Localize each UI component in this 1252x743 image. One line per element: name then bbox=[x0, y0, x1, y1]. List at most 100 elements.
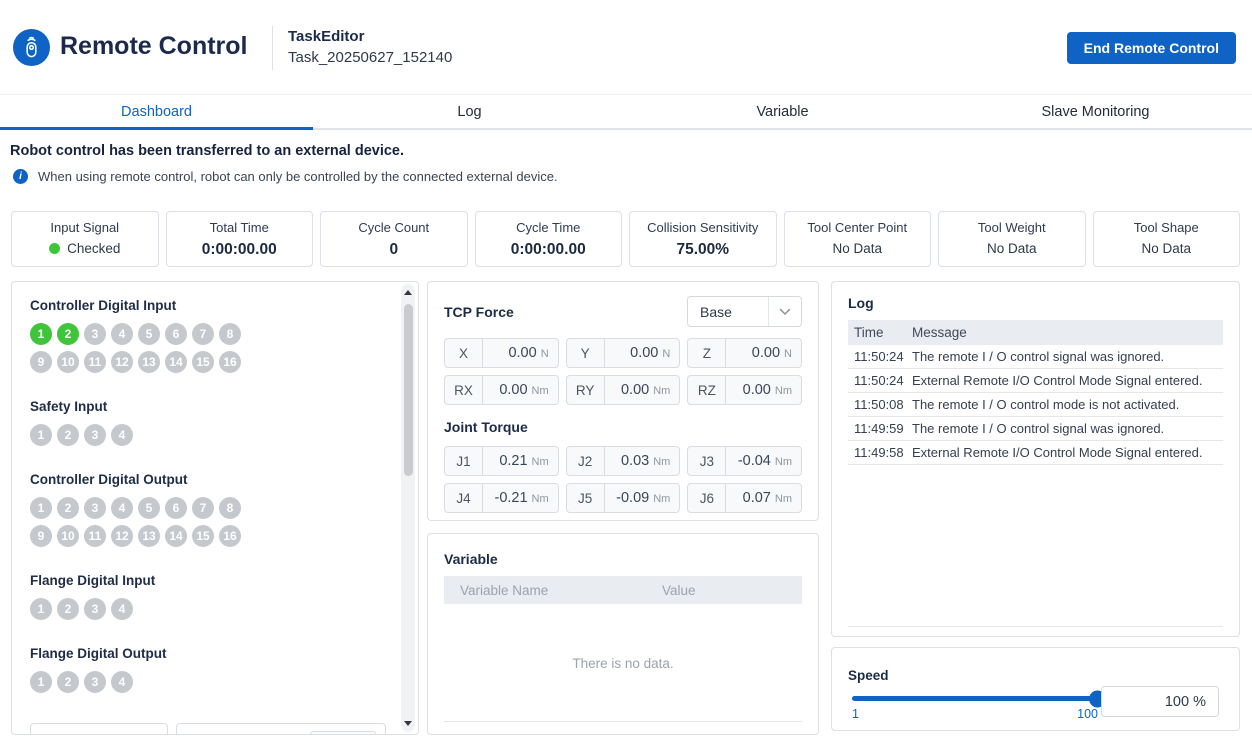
time-column-header: Time bbox=[848, 325, 912, 340]
io-panel-scrollbar[interactable] bbox=[401, 284, 415, 732]
io-indicator-2: 2 bbox=[57, 497, 79, 519]
partial-input-field[interactable] bbox=[30, 723, 168, 735]
io-indicator-15: 15 bbox=[192, 351, 214, 373]
status-card-label: Collision Sensitivity bbox=[630, 220, 776, 235]
log-table-header: Time Message bbox=[848, 320, 1223, 345]
io-indicator-10: 10 bbox=[57, 525, 79, 547]
log-row: 11:49:58External Remote I/O Control Mode… bbox=[848, 441, 1223, 465]
tcp-force-axis-label: X bbox=[445, 339, 483, 367]
joint-torque-axis-label: J5 bbox=[567, 484, 605, 512]
speed-title: Speed bbox=[848, 668, 1223, 683]
task-info: TaskEditor Task_20250627_152140 bbox=[288, 28, 452, 66]
tcp-force-axis-label: RY bbox=[567, 376, 605, 404]
io-indicator-4: 4 bbox=[111, 671, 133, 693]
io-indicator-15: 15 bbox=[192, 525, 214, 547]
log-time: 11:49:59 bbox=[848, 421, 912, 436]
status-card-tool-shape: Tool ShapeNo Data bbox=[1093, 211, 1241, 267]
tcp-force-unit: Nm bbox=[653, 385, 670, 397]
joint-torque-unit: Nm bbox=[532, 493, 549, 505]
status-card-cycle-count: Cycle Count0 bbox=[320, 211, 468, 267]
io-indicator-2: 2 bbox=[57, 424, 79, 446]
io-section-controller-digital-output: Controller Digital Output123456789101112… bbox=[30, 472, 392, 547]
status-card-value-text: No Data bbox=[987, 241, 1037, 256]
tcp-force-axis-label: RZ bbox=[688, 376, 726, 404]
joint-torque-field-j3: J3-0.04Nm bbox=[687, 446, 802, 476]
status-card-tool-weight: Tool WeightNo Data bbox=[938, 211, 1086, 267]
status-card-label: Tool Center Point bbox=[785, 220, 931, 235]
status-card-value: No Data bbox=[1094, 241, 1240, 256]
io-indicator-9: 9 bbox=[30, 525, 52, 547]
log-time: 11:50:24 bbox=[848, 373, 912, 388]
tcp-force-field-rx: RX0.00Nm bbox=[444, 375, 559, 405]
tcp-force-field-y: Y0.00N bbox=[566, 338, 681, 368]
io-indicator-row: 1234 bbox=[30, 424, 392, 446]
alert-title: Robot control has been transferred to an… bbox=[10, 143, 404, 159]
status-card-cycle-time: Cycle Time 0:00:00.00 bbox=[475, 211, 623, 267]
tcp-force-unit: Nm bbox=[532, 385, 549, 397]
io-indicator-row: 910111213141516 bbox=[30, 525, 392, 547]
status-card-value-text: Checked bbox=[67, 241, 120, 256]
scroll-up-icon[interactable] bbox=[404, 290, 412, 295]
status-card-label: Cycle Time bbox=[476, 220, 622, 235]
io-panel: Controller Digital Input1234567891011121… bbox=[11, 281, 419, 735]
task-type-label: TaskEditor bbox=[288, 28, 452, 45]
tab-bar: DashboardLogVariable Slave Monitoring bbox=[0, 96, 1252, 130]
variable-table-header: Variable Name Value bbox=[444, 576, 802, 604]
tcp-force-unit: N bbox=[784, 348, 792, 360]
io-indicator-3: 3 bbox=[84, 497, 106, 519]
log-table-footer-divider bbox=[848, 626, 1223, 627]
io-section-flange-digital-input: Flange Digital Input1234 bbox=[30, 573, 392, 620]
speed-slider[interactable]: 1 100 bbox=[852, 696, 1098, 721]
status-card-value-text: No Data bbox=[1141, 241, 1191, 256]
io-indicator-3: 3 bbox=[84, 424, 106, 446]
tcp-force-field-rz: RZ0.00Nm bbox=[687, 375, 802, 405]
io-section-title: Controller Digital Input bbox=[30, 298, 392, 313]
tab-label: Slave Monitoring bbox=[1042, 104, 1150, 120]
io-indicator-12: 12 bbox=[111, 351, 133, 373]
coordinate-frame-value: Base bbox=[688, 304, 768, 320]
io-indicator-row: 910111213141516 bbox=[30, 351, 392, 373]
log-row: 11:50:24The remote I / O control signal … bbox=[848, 345, 1223, 369]
tcp-force-field-x: X0.00N bbox=[444, 338, 559, 368]
log-rows: 11:50:24The remote I / O control signal … bbox=[848, 345, 1223, 465]
log-time: 11:50:08 bbox=[848, 397, 912, 412]
scroll-down-icon[interactable] bbox=[404, 721, 412, 726]
io-indicator-1: 1 bbox=[30, 497, 52, 519]
tcp-force-axis-label: RX bbox=[445, 376, 483, 404]
tcp-force-value: 0.00 bbox=[726, 345, 780, 361]
tcp-force-title: TCP Force bbox=[444, 304, 514, 320]
coordinate-frame-select[interactable]: Base bbox=[687, 296, 802, 327]
io-section-controller-digital-input: Controller Digital Input1234567891011121… bbox=[30, 298, 392, 373]
joint-torque-value: 0.07 bbox=[726, 490, 771, 506]
tcp-force-value: 0.00 bbox=[605, 382, 650, 398]
joint-torque-unit: Nm bbox=[532, 456, 549, 468]
tab-slave-monitoring[interactable]: Slave Monitoring bbox=[939, 96, 1252, 128]
scrollbar-thumb[interactable] bbox=[404, 304, 413, 476]
status-card-value-text: 0 bbox=[389, 241, 398, 259]
joint-torque-field-j4: J4-0.21Nm bbox=[444, 483, 559, 513]
tab-log[interactable]: Log bbox=[313, 96, 626, 128]
remote-control-logo-icon bbox=[13, 29, 50, 66]
io-indicator-1: 1 bbox=[30, 671, 52, 693]
joint-torque-value: -0.21 bbox=[483, 490, 528, 506]
tcp-force-unit: N bbox=[662, 348, 670, 360]
end-remote-control-button[interactable]: End Remote Control bbox=[1067, 32, 1236, 64]
variable-name-column-header: Variable Name bbox=[444, 583, 662, 598]
speed-slider-track[interactable] bbox=[852, 696, 1098, 701]
status-card-value-text: 0:00:00.00 bbox=[511, 241, 586, 259]
speed-value-field[interactable]: 100 % bbox=[1101, 686, 1219, 717]
io-footer bbox=[30, 723, 386, 735]
joint-torque-unit: Nm bbox=[653, 493, 670, 505]
io-section-flange-digital-output: Flange Digital Output1234 bbox=[30, 646, 392, 693]
log-message: External Remote I/O Control Mode Signal … bbox=[912, 445, 1223, 460]
message-column-header: Message bbox=[912, 325, 967, 340]
io-sections: Controller Digital Input1234567891011121… bbox=[30, 298, 392, 719]
log-message: External Remote I/O Control Mode Signal … bbox=[912, 373, 1223, 388]
tab-variable[interactable]: Variable bbox=[626, 96, 939, 128]
status-card-value: 0:00:00.00 bbox=[476, 241, 622, 259]
io-indicator-4: 4 bbox=[111, 323, 133, 345]
partial-control-field[interactable] bbox=[176, 723, 386, 735]
io-indicator-1: 1 bbox=[30, 598, 52, 620]
partial-mini-button[interactable] bbox=[310, 731, 376, 735]
tab-dashboard[interactable]: Dashboard bbox=[0, 96, 313, 128]
